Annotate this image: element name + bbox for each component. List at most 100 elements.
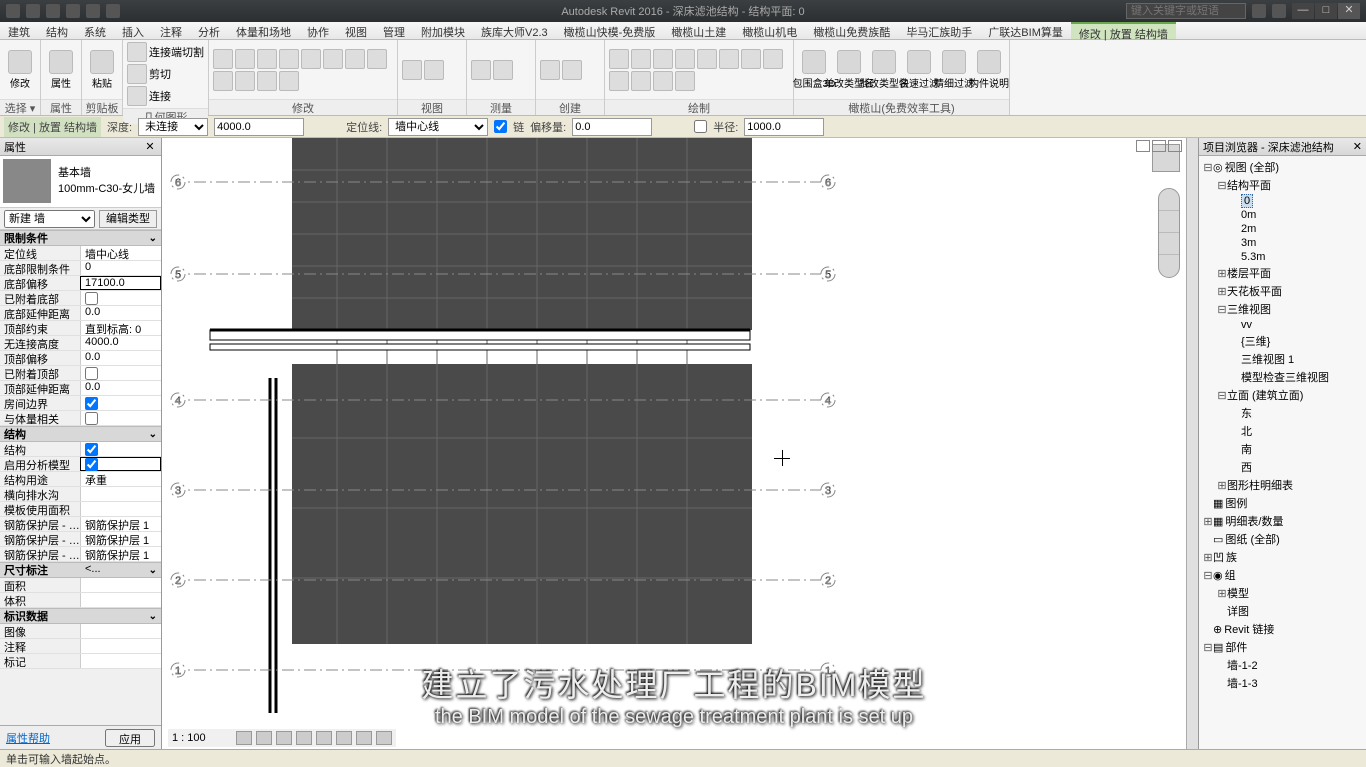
ribbon-tool-icon[interactable] [257,71,277,91]
tree-node[interactable]: ⊞模型 [1199,584,1366,602]
help-icon[interactable] [1272,4,1286,18]
ribbon-tab[interactable]: 橄榄山机电 [734,22,805,39]
crop-region-icon[interactable] [336,731,352,745]
property-row[interactable]: 面积 [0,578,161,593]
ribbon-tool-icon[interactable] [323,49,343,69]
ribbon-tool-icon[interactable] [631,49,651,69]
ribbon-tool-icon[interactable] [257,49,277,69]
tree-node[interactable]: ⊞楼层平面 [1199,264,1366,282]
tree-node[interactable]: ▭图纸 (全部) [1199,530,1366,548]
property-checkbox[interactable] [85,458,98,471]
view-minimize-icon[interactable] [1136,140,1150,152]
ribbon-tool-icon[interactable] [609,49,629,69]
depth-value-input[interactable] [214,118,304,136]
type-selector[interactable]: 基本墙 100mm-C30-女儿墙 [0,156,161,208]
ribbon-tool-icon[interactable] [213,71,233,91]
ribbon-tool-icon[interactable] [213,49,233,69]
ribbon-button[interactable]: 修改 [4,48,36,92]
properties-close-icon[interactable]: ✕ [143,140,157,154]
ribbon-tab[interactable]: 建筑 [0,22,38,39]
qat-print-icon[interactable] [106,4,120,18]
browser-close-icon[interactable]: ✕ [1353,140,1362,153]
tree-node[interactable]: 东 [1199,404,1366,422]
tree-node[interactable]: 墙-1-2 [1199,656,1366,674]
view-scale[interactable]: 1 : 100 [172,732,232,744]
user-icon[interactable] [1252,4,1266,18]
property-group-header[interactable]: 结构⌄ [0,426,161,442]
ribbon-tool-icon[interactable] [471,60,491,80]
qat-undo-icon[interactable] [66,4,80,18]
property-checkbox[interactable] [85,397,98,410]
property-checkbox[interactable] [85,367,98,380]
ribbon-small-button[interactable] [127,64,147,84]
reveal-hidden-icon[interactable] [376,731,392,745]
tree-node[interactable]: ⊞凹族 [1199,548,1366,566]
tree-node[interactable]: 西 [1199,458,1366,476]
ribbon-tool-icon[interactable] [279,49,299,69]
tree-node[interactable]: 模型检查三维视图 [1199,368,1366,386]
app-icon[interactable] [6,4,20,18]
ribbon-tool-icon[interactable] [609,71,629,91]
ribbon-tab[interactable]: 视图 [337,22,375,39]
ribbon-button[interactable]: 快速过滤 [903,48,935,92]
property-row[interactable]: 顶部延伸距离0.0 [0,381,161,396]
drawing-canvas[interactable]: 66 55 44 33 22 11 [162,138,1186,749]
property-row[interactable]: 与体量相关 [0,411,161,426]
edit-type-button[interactable]: 编辑类型 [99,210,157,228]
ribbon-button[interactable]: 属性 [45,48,77,92]
property-row[interactable]: 无连接高度4000.0 [0,336,161,351]
ribbon-tab[interactable]: 体量和场地 [228,22,299,39]
detail-level-icon[interactable] [236,731,252,745]
search-input[interactable] [1126,3,1246,19]
ribbon-tab[interactable]: 附加模块 [413,22,473,39]
radius-input[interactable] [744,118,824,136]
ribbon-tab[interactable]: 注释 [152,22,190,39]
ribbon-tool-icon[interactable] [675,71,695,91]
ribbon-tab[interactable]: 管理 [375,22,413,39]
tree-node[interactable]: 北 [1199,422,1366,440]
ribbon-tool-icon[interactable] [301,49,321,69]
ribbon-tool-icon[interactable] [279,71,299,91]
tree-node[interactable]: 0m [1199,208,1366,222]
tree-node[interactable]: ⊞天花板平面 [1199,282,1366,300]
ribbon-tab[interactable]: 橄榄山免费族酷 [805,22,898,39]
property-row[interactable]: 模板使用面积 [0,502,161,517]
close-button[interactable]: ✕ [1338,3,1360,19]
ribbon-tool-icon[interactable] [741,49,761,69]
ribbon-button[interactable]: 粘贴 [86,48,118,92]
ribbon-tab[interactable]: 系统 [76,22,114,39]
offset-input[interactable] [572,118,652,136]
property-row[interactable]: 定位线墙中心线 [0,246,161,261]
tree-node[interactable]: 2m [1199,222,1366,236]
drawing-area[interactable]: 66 55 44 33 22 11 建立了污水处理厂工程的BIM模型 the B… [162,138,1186,749]
property-row[interactable]: 房间边界 [0,396,161,411]
ribbon-tab[interactable]: 协作 [299,22,337,39]
tree-node[interactable]: ⊟立面 (建筑立面) [1199,386,1366,404]
tree-node[interactable]: ⊕Revit 链接 [1199,620,1366,638]
ribbon-tab[interactable]: 广联达BIM算量 [980,22,1071,39]
property-group-header[interactable]: 标识数据⌄ [0,608,161,624]
property-row[interactable]: 已附着底部 [0,291,161,306]
view-maximize-icon[interactable] [1152,140,1166,152]
property-row[interactable]: 启用分析模型 [0,457,161,472]
ribbon-tab[interactable]: 修改 | 放置 结构墙 [1071,22,1176,39]
tree-node[interactable]: 三维视图 1 [1199,350,1366,368]
property-row[interactable]: 钢筋保护层 - 其...钢筋保护层 1 <... [0,547,161,562]
apply-button[interactable]: 应用 [105,729,155,747]
tree-node[interactable]: vv [1199,318,1366,332]
tree-node[interactable]: ⊞▦明细表/数量 [1199,512,1366,530]
ribbon-tool-icon[interactable] [424,60,444,80]
ribbon-tool-icon[interactable] [562,60,582,80]
nav-orbit-icon[interactable] [1159,255,1179,277]
properties-help-link[interactable]: 属性帮助 [6,730,50,746]
property-row[interactable]: 体积 [0,593,161,608]
ribbon-button[interactable]: 精细过滤 [938,48,970,92]
tree-node[interactable]: ⊟◉组 [1199,566,1366,584]
crop-view-icon[interactable] [316,731,332,745]
property-checkbox[interactable] [85,292,98,305]
ribbon-tool-icon[interactable] [719,49,739,69]
ribbon-tool-icon[interactable] [235,49,255,69]
tree-node[interactable]: ⊞图形柱明细表 [1199,476,1366,494]
property-row[interactable]: 底部延伸距离0.0 [0,306,161,321]
ribbon-button[interactable]: 构件说明 [973,48,1005,92]
